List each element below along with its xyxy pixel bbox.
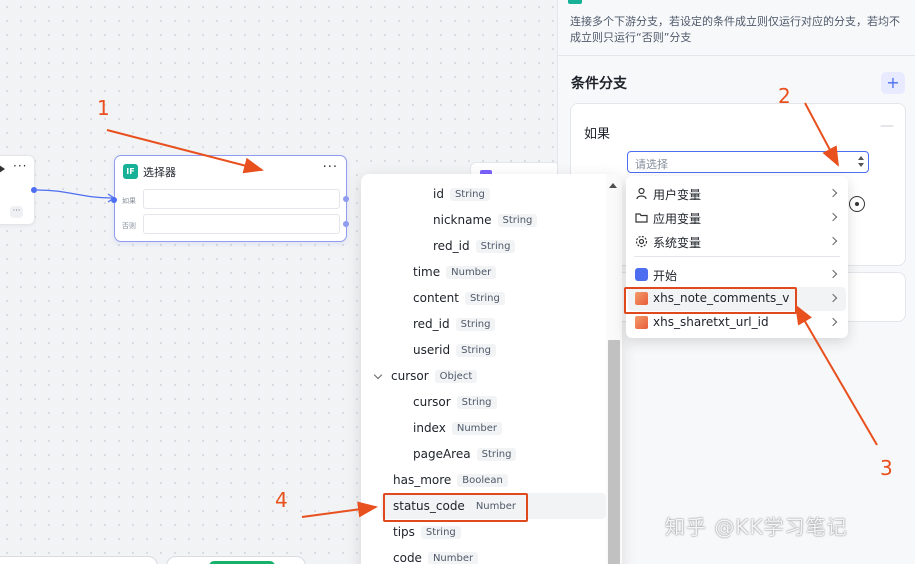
annotation-number-3: 3 [880,456,893,480]
watermark: 知乎 @KK学习笔记 [665,515,848,539]
annotation-number-2: 2 [778,84,791,108]
annotation-number-1: 1 [97,96,110,120]
annotation-number-4: 4 [275,488,288,512]
